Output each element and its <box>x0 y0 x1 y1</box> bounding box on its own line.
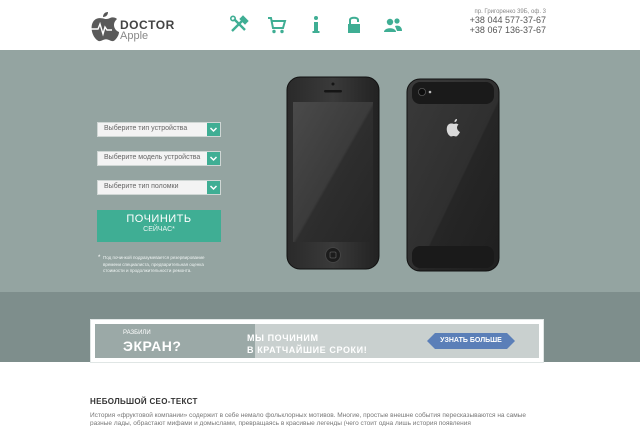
promo-line-1: МЫ ПОЧИНИМ <box>247 333 319 343</box>
cart-icon[interactable] <box>266 14 288 36</box>
chevron-down-icon <box>207 123 220 136</box>
iphone-front-image <box>286 76 380 270</box>
seo-title: НЕБОЛЬШОЙ СЕО-ТЕКСТ <box>90 397 198 406</box>
lock-icon[interactable] <box>343 14 365 36</box>
site-header: DOCTOR Apple пр. Григоренко 39Б, оф. 3 +… <box>0 0 640 50</box>
note-text: Под починкой подразумевается резервирова… <box>103 255 205 273</box>
promo-banner: РАЗБИЛИ ЭКРАН? МЫ ПОЧИНИМ В КРАТЧАЙШИЕ С… <box>90 319 544 363</box>
apple-heartbeat-logo-icon <box>91 12 119 42</box>
device-model-value: Выберите модель устройства <box>104 154 201 161</box>
repair-now-button[interactable]: ПОЧИНИТЬ СЕЙЧАС* <box>97 210 221 242</box>
seo-text: История «фруктовой компании» содержит в … <box>90 412 526 426</box>
logo[interactable]: DOCTOR Apple <box>90 9 180 43</box>
iphone-back-image <box>406 78 500 272</box>
tools-icon[interactable] <box>228 14 250 36</box>
device-type-value: Выберите тип устройства <box>104 125 188 132</box>
promo-line-2: В КРАТЧАЙШИЕ СРОКИ! <box>247 345 368 355</box>
breakage-type-value: Выберите тип поломки <box>104 183 179 190</box>
promo-banner-inner: РАЗБИЛИ ЭКРАН? МЫ ПОЧИНИМ В КРАТЧАЙШИЕ С… <box>95 324 539 358</box>
contacts: пр. Григоренко 39Б, оф. 3 +38 044 577-37… <box>470 9 546 35</box>
promo-headline: МЫ ПОЧИНИМ В КРАТЧАЙШИЕ СРОКИ! <box>247 332 367 356</box>
repair-button-sublabel: СЕЙЧАС* <box>143 226 175 233</box>
learn-more-button[interactable]: УЗНАТЬ БОЛЬШЕ <box>427 333 515 349</box>
device-type-select[interactable]: Выберите тип устройства <box>97 122 221 137</box>
learn-more-label: УЗНАТЬ БОЛЬШЕ <box>440 337 502 344</box>
phone-2[interactable]: +38 067 136-37-67 <box>470 25 546 35</box>
phone-1[interactable]: +38 044 577-37-67 <box>470 15 546 25</box>
info-icon[interactable] <box>305 14 327 36</box>
chevron-down-icon <box>207 181 220 194</box>
users-icon[interactable] <box>382 14 404 36</box>
breakage-type-select[interactable]: Выберите тип поломки <box>97 180 221 195</box>
promo-big-text: ЭКРАН? <box>123 338 182 354</box>
promo-banner-left: РАЗБИЛИ ЭКРАН? <box>95 324 255 358</box>
device-model-select[interactable]: Выберите модель устройства <box>97 151 221 166</box>
note-asterisk: * <box>98 255 101 261</box>
chevron-down-icon <box>207 152 220 165</box>
repair-button-label: ПОЧИНИТЬ <box>126 213 192 225</box>
logo-subtitle: Apple <box>120 30 149 42</box>
main-nav <box>222 14 412 40</box>
promo-small-text: РАЗБИЛИ <box>123 330 151 336</box>
